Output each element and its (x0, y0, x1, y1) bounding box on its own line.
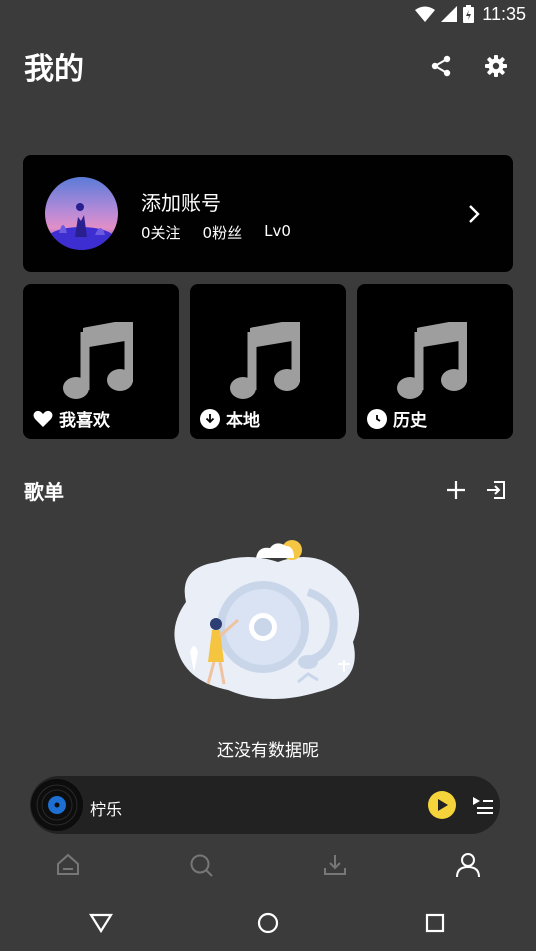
status-icons: 11:35 (415, 4, 526, 24)
empty-state-text: 还没有数据呢 (217, 741, 319, 761)
download-icon (324, 855, 346, 875)
profile-icon (456, 853, 480, 878)
music-note-icon (230, 322, 300, 399)
heart-icon (33, 410, 53, 427)
album-disc[interactable] (31, 779, 83, 831)
share-button[interactable] (427, 52, 455, 80)
signal-icon (441, 6, 458, 22)
play-button[interactable] (428, 791, 456, 819)
clock-icon (367, 408, 387, 429)
tile-favorites[interactable]: 我喜欢 (23, 284, 179, 439)
recents-square-icon (425, 913, 445, 933)
playlist-section-title: 歌单 (24, 480, 64, 504)
tile-local-label: 本地 (200, 406, 260, 431)
download-circle-icon (200, 408, 220, 429)
nav-profile[interactable] (453, 850, 483, 880)
battery-icon (463, 5, 475, 23)
gear-icon (485, 55, 507, 77)
tile-label-text: 本地 (226, 411, 260, 431)
music-note-icon (63, 322, 133, 399)
account-name[interactable]: 添加账号 (141, 187, 221, 216)
status-time: 11:35 (482, 3, 526, 24)
avatar[interactable] (45, 177, 118, 250)
tile-local[interactable]: 本地 (190, 284, 346, 439)
back-triangle-icon (89, 913, 113, 934)
add-playlist-button[interactable] (443, 477, 469, 503)
home-circle-icon (257, 912, 279, 934)
plus-icon (447, 481, 465, 499)
page-title: 我的 (24, 52, 84, 87)
following-count[interactable]: 0关注 (141, 222, 181, 243)
wifi-icon (415, 6, 436, 22)
avatar-image (45, 177, 118, 250)
settings-button[interactable] (482, 52, 510, 80)
chevron-right-icon (469, 205, 480, 223)
share-icon (431, 55, 451, 77)
tile-label-text: 我喜欢 (59, 411, 110, 431)
import-icon (487, 481, 505, 499)
account-card[interactable]: 添加账号 0关注 0粉丝 Lv0 (23, 155, 513, 272)
import-playlist-button[interactable] (483, 477, 509, 503)
followers-count[interactable]: 0粉丝 (203, 222, 243, 243)
empty-state-illustration (174, 540, 360, 700)
user-level: Lv0 (264, 222, 291, 240)
vinyl-icon (32, 780, 82, 830)
nav-download[interactable] (320, 850, 350, 880)
system-nav-bar (0, 894, 536, 951)
system-back-button[interactable] (88, 910, 114, 936)
music-note-icon (397, 322, 467, 399)
system-recents-button[interactable] (422, 910, 448, 936)
status-bar: 11:35 (0, 0, 536, 28)
account-stats: 0关注 0粉丝 Lv0 (141, 222, 291, 243)
playlist-queue-icon[interactable] (471, 794, 495, 816)
play-icon (438, 799, 448, 811)
system-home-button[interactable] (255, 910, 281, 936)
bottom-nav (0, 840, 536, 890)
tile-label-text: 历史 (393, 411, 427, 431)
nav-search[interactable] (186, 850, 216, 880)
home-icon (57, 853, 79, 875)
tile-history[interactable]: 历史 (357, 284, 513, 439)
mini-player[interactable]: 柠乐 (30, 776, 500, 834)
tile-history-label: 历史 (367, 406, 427, 431)
search-icon (190, 854, 213, 877)
track-name[interactable]: 柠乐 (90, 796, 122, 820)
nav-home[interactable] (53, 850, 83, 880)
tile-favorites-label: 我喜欢 (33, 406, 110, 431)
